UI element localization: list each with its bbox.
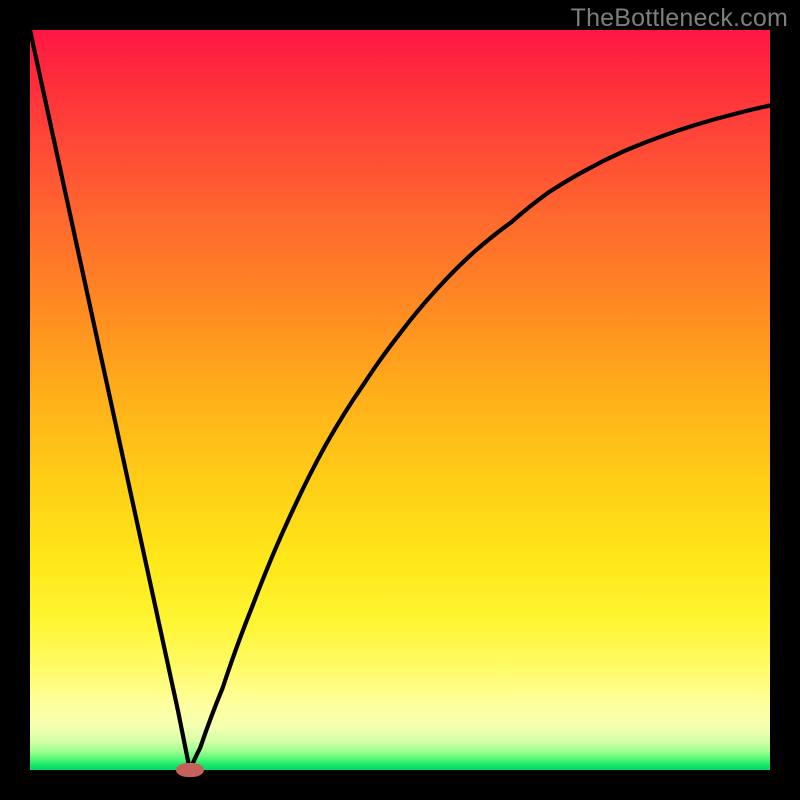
- plot-area: [30, 30, 770, 770]
- watermark-text: TheBottleneck.com: [571, 4, 788, 33]
- bottleneck-curve: [30, 30, 770, 770]
- curve-minimum-marker: [176, 763, 204, 777]
- chart-frame: TheBottleneck.com: [0, 0, 800, 800]
